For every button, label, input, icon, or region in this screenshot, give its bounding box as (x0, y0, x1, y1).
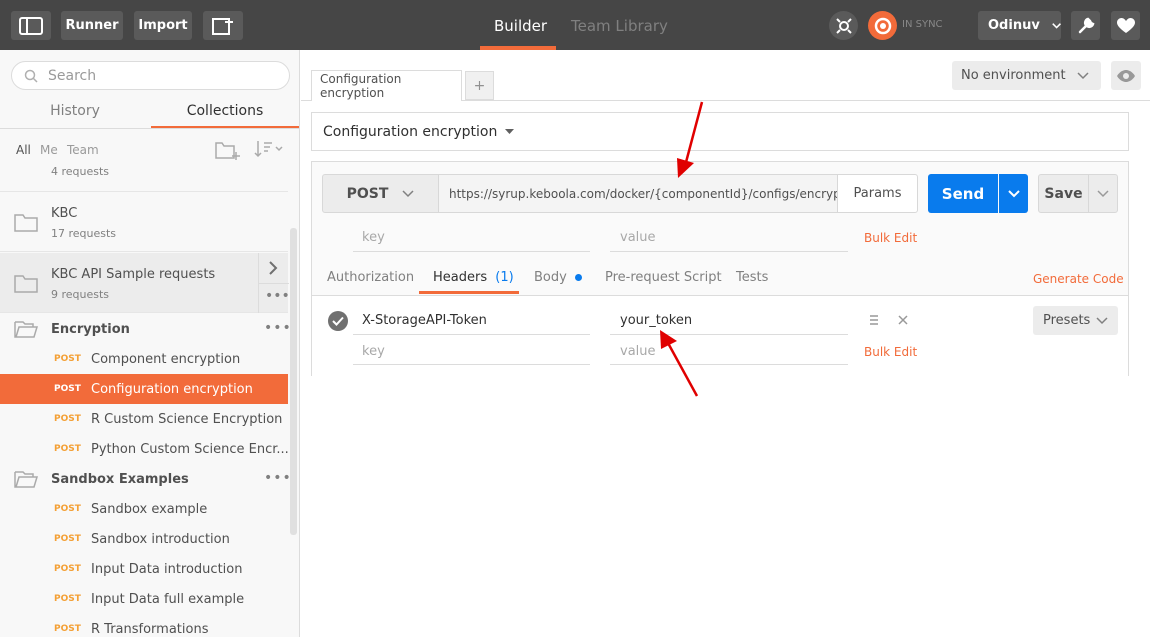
annotation-arrow-url (677, 101, 704, 178)
annotation-arrows (660, 101, 704, 397)
annotation-arrow-token (660, 330, 699, 397)
